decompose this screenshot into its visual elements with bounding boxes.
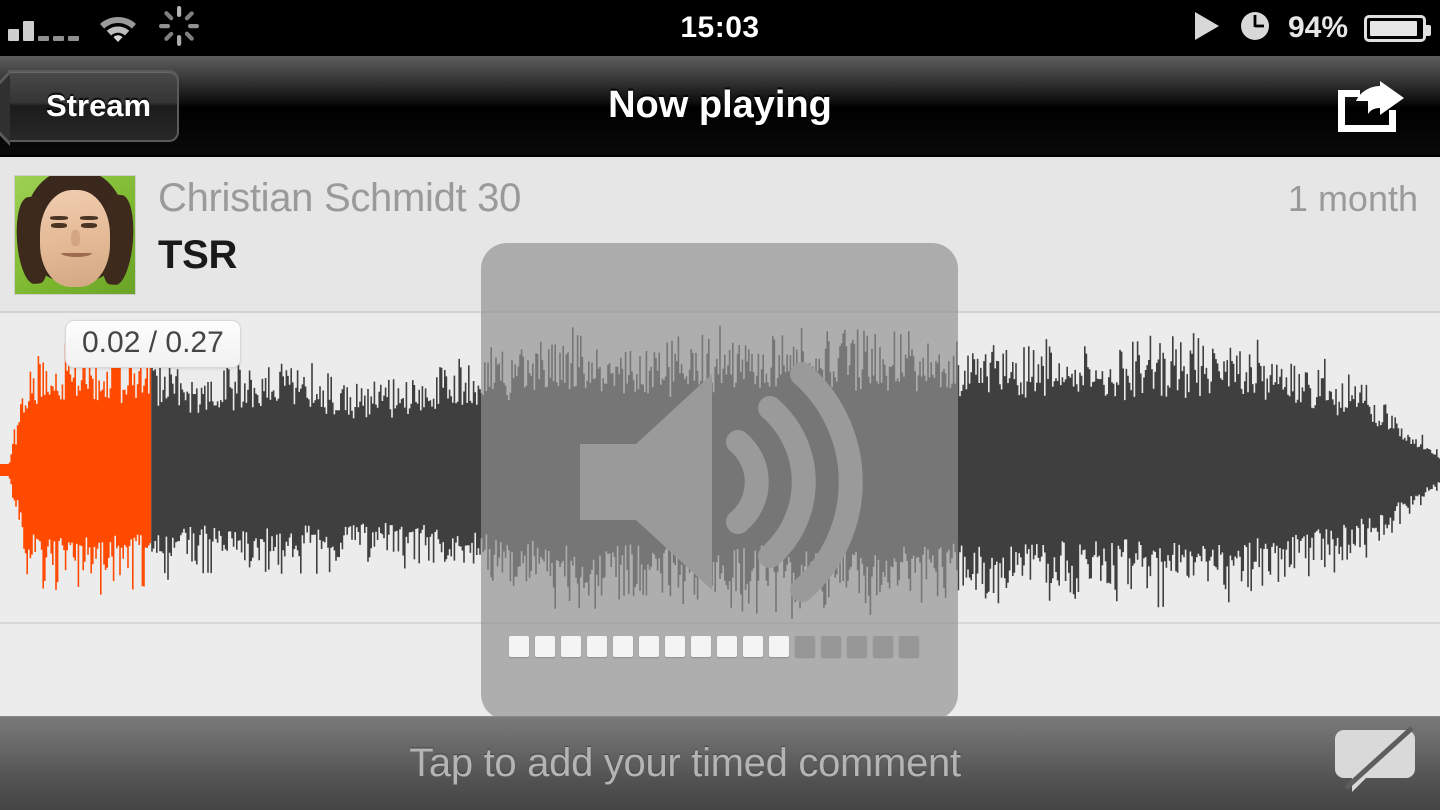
volume-segment [691,636,711,657]
status-bar: 15:03 94% [0,0,1440,56]
bottom-bar: Tap to add your timed comment [0,716,1440,810]
page-title: Now playing [608,84,832,126]
comment-input-prompt[interactable]: Tap to add your timed comment [0,741,1310,786]
volume-segment [717,636,737,657]
volume-segment [795,636,815,657]
alarm-clock-icon [1238,9,1272,48]
time-display-badge: 0.02 / 0.27 [65,320,241,368]
speaker-volume-icon [481,352,958,612]
back-button-label: Stream [46,88,152,123]
volume-segment [821,636,841,657]
avatar[interactable] [14,175,136,295]
volume-segment [665,636,685,657]
status-bar-right: 94% [1192,0,1431,56]
track-age: 1 month [1287,178,1418,219]
track-username[interactable]: Christian Schmidt 30 [158,176,521,221]
track-title: TSR [158,233,238,277]
volume-segment [509,636,529,657]
share-icon [1332,76,1410,139]
volume-segment [847,636,867,657]
waveform-played [0,343,152,595]
phone-screen: 15:03 94% Stream Now playing Christian S… [0,0,1440,810]
share-button[interactable] [1326,76,1416,138]
battery-percent-label: 94% [1287,11,1348,44]
volume-segment [561,636,581,657]
play-icon [1192,10,1222,47]
comment-button[interactable] [1310,726,1440,801]
comment-bubble-icon [1332,726,1418,801]
volume-segment [743,636,763,657]
volume-segment [613,636,633,657]
nav-bar: Stream Now playing [0,56,1440,157]
volume-segment [587,636,607,657]
volume-hud [481,243,958,720]
battery-icon [1364,14,1431,42]
volume-segment [639,636,659,657]
volume-segment [899,636,919,657]
volume-segment [535,636,555,657]
volume-segment [769,636,789,657]
volume-segment-bar [509,636,930,657]
volume-segment [873,636,893,657]
